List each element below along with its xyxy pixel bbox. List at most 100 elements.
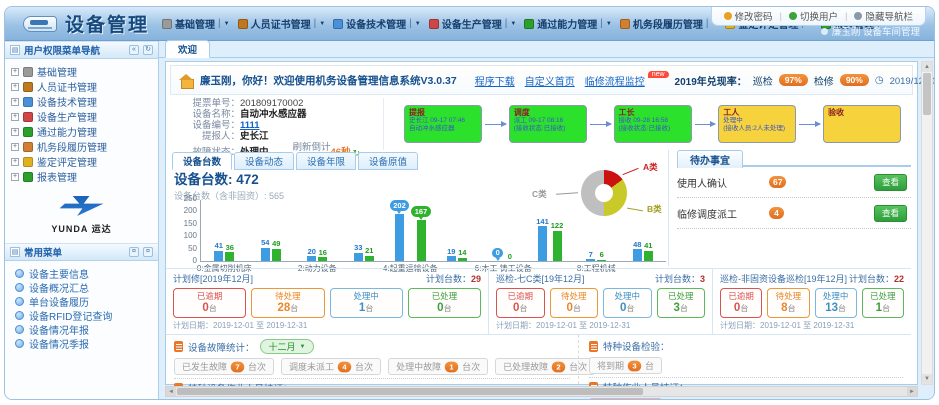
- rate-title: 2019年兑现率：: [675, 73, 747, 88]
- status-card-green[interactable]: 已处理3台: [657, 288, 706, 318]
- common-menu-item[interactable]: 设备情况年报: [15, 322, 152, 336]
- quick-link-switch-user[interactable]: 切换用户: [789, 9, 838, 23]
- common-menu-item[interactable]: 设备RFID登记查询: [15, 308, 152, 322]
- expand-plus-icon[interactable]: +: [11, 143, 19, 151]
- bar-value-label: 122: [551, 222, 564, 230]
- welcome-link[interactable]: 自定义首页: [525, 73, 575, 88]
- status-card-value: 3台: [658, 302, 705, 315]
- sidebar-item[interactable]: +鉴定评定管理: [11, 154, 152, 169]
- bar-value-label: 48: [633, 241, 641, 249]
- top-menu-item[interactable]: 通过能力管理|▼: [521, 14, 615, 33]
- status-card-green[interactable]: 已处理1台: [862, 288, 904, 318]
- sidebar-item[interactable]: +人员证书管理: [11, 79, 152, 94]
- month-dropdown[interactable]: 十二月▼: [260, 339, 315, 354]
- common-menu-item-label: 设备情况年报: [29, 322, 89, 337]
- top-menu-item[interactable]: 人员证书管理|▼: [235, 14, 329, 33]
- fault-field-value[interactable]: 1111: [240, 121, 260, 131]
- stat-chip[interactable]: 已发生故障7台次: [174, 358, 274, 375]
- common-menu-item[interactable]: 设备概况汇总: [15, 280, 152, 294]
- expand-plus-icon[interactable]: +: [11, 158, 19, 166]
- status-card-unit: 台: [680, 304, 688, 313]
- stat-chip[interactable]: 处理中故障1台次: [388, 358, 488, 375]
- expand-plus-icon[interactable]: +: [11, 113, 19, 121]
- y-axis-tick: 50: [188, 245, 197, 253]
- scroll-left-arrow[interactable]: ◄: [166, 387, 176, 396]
- vertical-scrollbar[interactable]: ▲ ▼: [921, 61, 933, 385]
- status-card-red[interactable]: 已逾期0台: [173, 288, 246, 318]
- flow-step-box: 工长接收 09-28 16:58(接收状态:已接收): [614, 105, 692, 143]
- flow-step-box: 提报史长江 09-17 07:46自动冲水感应器: [404, 105, 482, 143]
- status-card-orange[interactable]: 待处理8台: [767, 288, 809, 318]
- top-menu-item[interactable]: 机务段履历管理|▼: [617, 14, 721, 33]
- status-card-orange[interactable]: 待处理28台: [251, 288, 324, 318]
- sidebar-item[interactable]: +设备技术管理: [11, 94, 152, 109]
- quick-link-key[interactable]: 修改密码: [724, 9, 773, 23]
- sidebar-item[interactable]: +报表管理: [11, 169, 152, 184]
- top-menu-item[interactable]: 设备技术管理|▼: [330, 14, 424, 33]
- stat-chip[interactable]: 调度未派工4台次: [281, 358, 381, 375]
- expand-plus-icon[interactable]: +: [11, 173, 19, 181]
- vertical-scroll-thumb[interactable]: [923, 73, 931, 115]
- status-card-blue[interactable]: 处理中0台: [603, 288, 652, 318]
- status-card-blue[interactable]: 处理中1台: [330, 288, 403, 318]
- page-tab-strip: 欢迎: [159, 41, 934, 58]
- nav-item-icon: [23, 97, 33, 107]
- collapse-common-icon[interactable]: ¤: [129, 247, 139, 257]
- horizontal-scrollbar[interactable]: ◄ ►: [165, 386, 918, 397]
- top-menu-item[interactable]: 设备生产管理|▼: [426, 14, 520, 33]
- status-card-green[interactable]: 已处理0台: [408, 288, 481, 318]
- todo-list: 使用人确认67查看临修调度派工4查看: [677, 167, 911, 229]
- status-card-blue[interactable]: 处理中13台: [815, 288, 857, 318]
- status-card-red[interactable]: 已逾期0台: [496, 288, 545, 318]
- bar-column: 141: [536, 200, 549, 261]
- quick-link-hide-nav[interactable]: 隐藏导航栏: [854, 9, 913, 23]
- sidebar-item[interactable]: +机务段履历管理: [11, 139, 152, 154]
- expand-plus-icon[interactable]: +: [11, 83, 19, 91]
- bar-value-label: 21: [365, 247, 373, 255]
- stat-chip[interactable]: 将到期29人: [174, 399, 250, 400]
- sidebar-item[interactable]: +通过能力管理: [11, 124, 152, 139]
- collapse-sidebar-icon[interactable]: «: [129, 45, 139, 55]
- todo-item-row: 临修调度派工4查看: [677, 198, 911, 229]
- nav-item-icon: [23, 157, 33, 167]
- building-icon: [620, 19, 630, 29]
- new-badge: new: [648, 71, 669, 78]
- common-menu-item-label: 设备主要信息: [29, 266, 89, 281]
- fault-field-row: 提报人：史长江: [178, 132, 383, 142]
- bar: [447, 256, 456, 261]
- status-card-orange[interactable]: 待处理0台: [550, 288, 599, 318]
- bar-group: 3321: [341, 200, 388, 261]
- sidebar-item[interactable]: +设备生产管理: [11, 109, 152, 124]
- sidebar-item[interactable]: +基础管理: [11, 64, 152, 79]
- monitor-icon: [333, 19, 343, 29]
- expand-plus-icon[interactable]: +: [11, 68, 19, 76]
- expand-plus-icon[interactable]: +: [11, 128, 19, 136]
- stat-chip[interactable]: 将到期3台: [589, 357, 662, 374]
- common-menu-item[interactable]: 设备主要信息: [15, 266, 152, 280]
- bar-value-label: 0: [508, 253, 512, 261]
- top-menu-item-label: 设备技术管理: [346, 16, 406, 31]
- expand-plus-icon[interactable]: +: [11, 98, 19, 106]
- stat-chip[interactable]: 已到期1人: [589, 398, 662, 400]
- common-menu-item[interactable]: 设备情况季报: [15, 336, 152, 350]
- stat-chip-text: 处理中故障: [396, 360, 441, 373]
- flow-arrow-icon: [695, 124, 716, 125]
- welcome-link[interactable]: 程序下载: [475, 73, 515, 88]
- status-card-red[interactable]: 已逾期0台: [720, 288, 762, 318]
- top-menu-item[interactable]: 基础管理|▼: [159, 14, 233, 33]
- tab-welcome[interactable]: 欢迎: [165, 40, 210, 58]
- scroll-down-arrow[interactable]: ▼: [922, 374, 932, 384]
- welcome-link[interactable]: 临修流程监控: [585, 73, 645, 88]
- sidebar-nav-header: ▤ 用户权限菜单导航 « ↻: [5, 41, 158, 59]
- common-menu-item[interactable]: 单台设备履历: [15, 294, 152, 308]
- horizontal-scroll-thumb[interactable]: [177, 388, 643, 395]
- view-button[interactable]: 查看: [874, 205, 907, 222]
- scroll-right-arrow[interactable]: ►: [907, 387, 917, 396]
- settings-common-icon[interactable]: ¤: [143, 247, 153, 257]
- scroll-up-arrow[interactable]: ▲: [922, 62, 932, 72]
- view-button[interactable]: 查看: [874, 174, 907, 191]
- nav-item-icon: [23, 67, 33, 77]
- status-card-unit: 台: [740, 304, 748, 313]
- refresh-nav-icon[interactable]: ↻: [143, 45, 153, 55]
- bottom-stats-row: 设备故障统计：十二月▼已发生故障7台次调度未派工4台次处理中故障1台次已处理故障…: [166, 334, 911, 384]
